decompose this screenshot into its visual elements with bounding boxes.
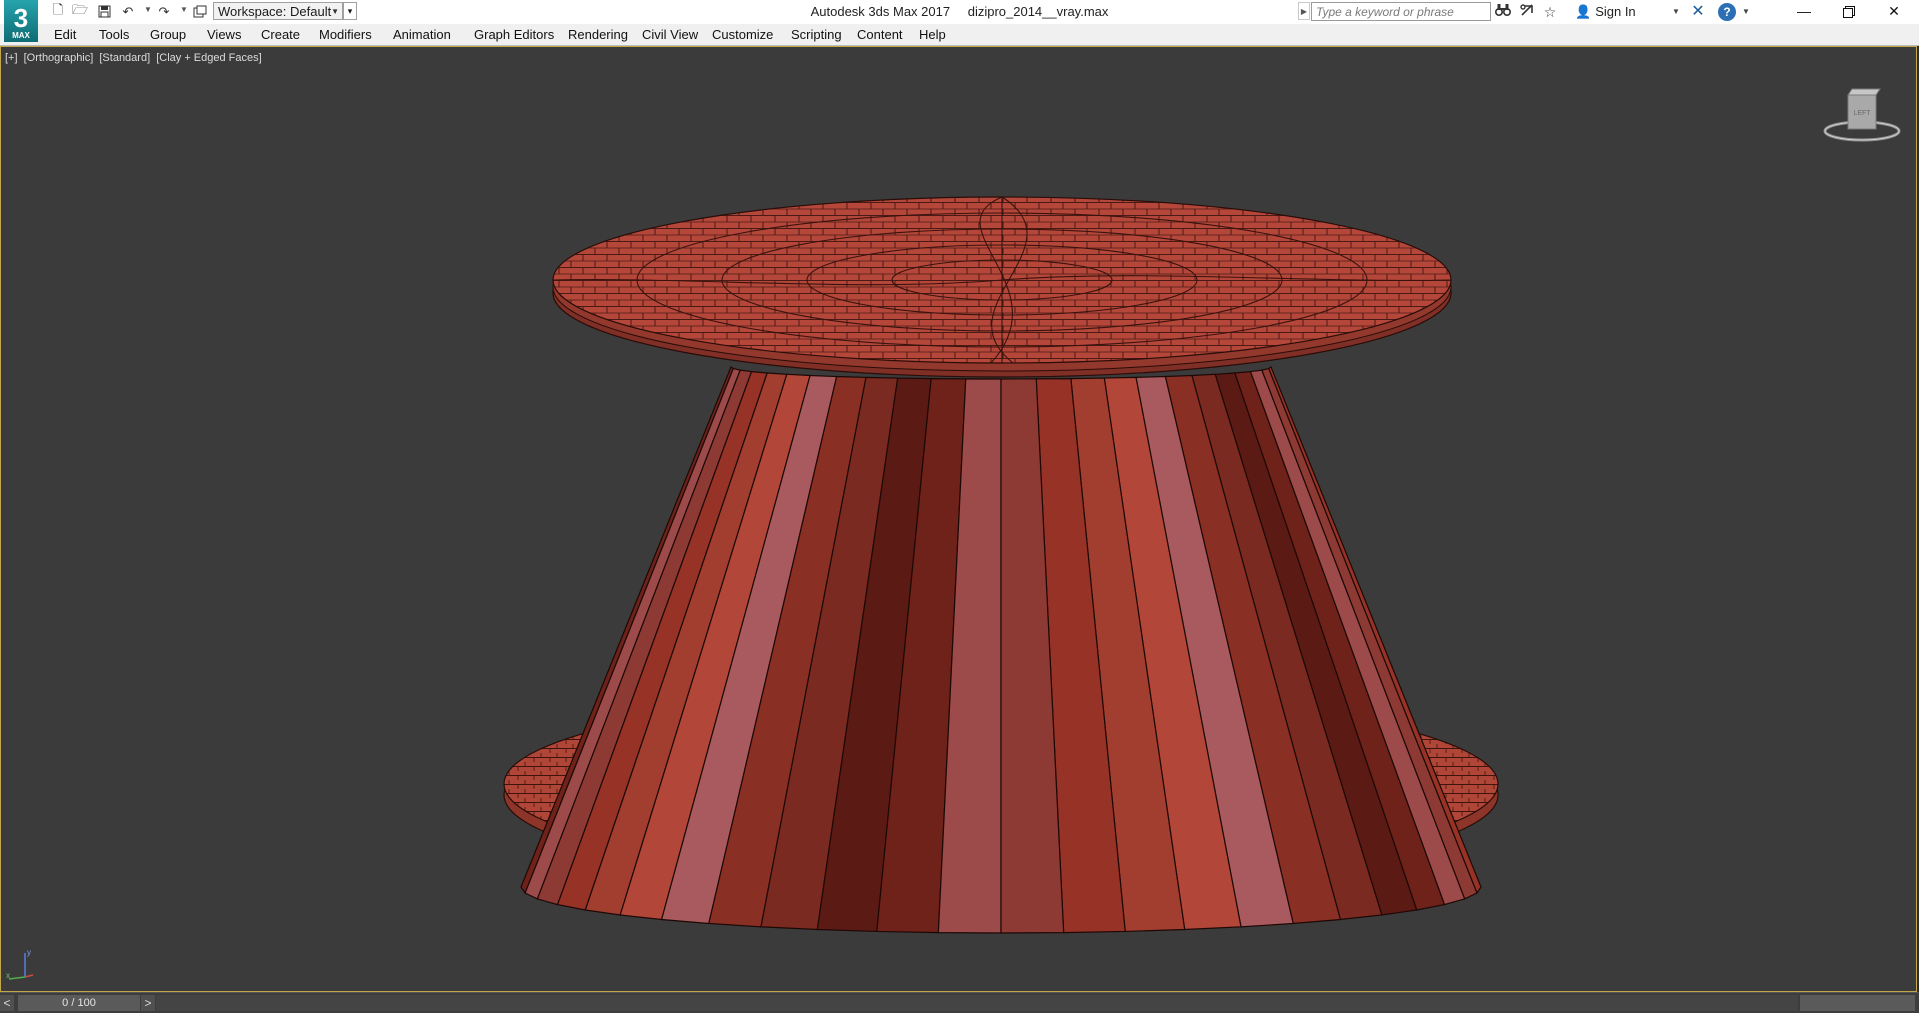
- perspective-viewport[interactable]: [+] [Orthographic] [Standard] [Clay + Ed…: [0, 46, 1917, 992]
- menu-bar: Edit Tools Group Views Create Modifiers …: [0, 24, 1919, 46]
- menu-civil-view[interactable]: Civil View: [642, 24, 698, 45]
- new-file-icon[interactable]: 🗋: [48, 2, 68, 20]
- menu-create[interactable]: Create: [261, 24, 300, 45]
- time-slider-next-button[interactable]: >: [141, 995, 155, 1011]
- undo-dropdown-icon[interactable]: ▼: [144, 5, 152, 14]
- app-logo-button[interactable]: 3 MAX: [4, 0, 38, 42]
- menu-customize[interactable]: Customize: [712, 24, 773, 45]
- axis-x-label: x: [6, 971, 10, 980]
- app-title: Autodesk 3ds Max 2017: [810, 4, 951, 19]
- app-logo-text: 3: [13, 3, 29, 33]
- time-slider-prev-button[interactable]: <: [0, 995, 14, 1011]
- axis-tripod-icon: y x: [6, 948, 34, 980]
- viewcube-icon[interactable]: LEFT: [1822, 85, 1902, 145]
- viewport-point-of-view[interactable]: [Orthographic]: [24, 52, 94, 64]
- close-icon[interactable]: ✕: [1871, 0, 1917, 24]
- table-staves[interactable]: [520, 366, 1482, 934]
- undo-icon[interactable]: ↶: [118, 3, 138, 20]
- menu-help[interactable]: Help: [919, 24, 946, 45]
- open-file-icon[interactable]: 🗁: [70, 2, 90, 20]
- viewport-label[interactable]: [+] [Orthographic] [Standard] [Clay + Ed…: [5, 52, 265, 64]
- sign-in-dropdown-icon[interactable]: ▼: [1672, 7, 1680, 16]
- menu-animation[interactable]: Animation: [393, 24, 451, 45]
- project-folder-icon[interactable]: [190, 3, 210, 20]
- restore-icon[interactable]: [1826, 0, 1872, 24]
- viewport-menu-plus[interactable]: [+]: [5, 52, 18, 64]
- viewport-shading-mode[interactable]: [Clay + Edged Faces]: [156, 52, 261, 64]
- menu-rendering[interactable]: Rendering: [568, 24, 628, 45]
- menu-tools[interactable]: Tools: [99, 24, 129, 45]
- help-dropdown-icon[interactable]: ▼: [1742, 7, 1750, 16]
- viewcube-face-label: LEFT: [1853, 110, 1871, 117]
- minimize-icon[interactable]: —: [1781, 0, 1827, 24]
- search-input[interactable]: [1311, 2, 1491, 21]
- chevron-down-icon: ▼: [331, 7, 339, 16]
- save-file-icon[interactable]: [94, 3, 114, 20]
- menu-scripting[interactable]: Scripting: [791, 24, 842, 45]
- time-slider-track[interactable]: [156, 995, 1798, 1011]
- favorites-star-icon[interactable]: ☆: [1540, 3, 1560, 21]
- time-slider-end-panel: [1800, 995, 1915, 1011]
- redo-dropdown-icon[interactable]: ▼: [180, 5, 188, 14]
- sign-in-button[interactable]: 👤 Sign In: [1575, 2, 1636, 22]
- menu-modifiers[interactable]: Modifiers: [319, 24, 372, 45]
- file-name: dizipro_2014__vray.max: [967, 4, 1109, 19]
- app-logo-sub: MAX: [12, 31, 30, 40]
- table-top[interactable]: [552, 196, 1452, 378]
- autodesk-exchange-icon[interactable]: ✕: [1687, 3, 1709, 21]
- time-slider-bar: < 0 / 100 >: [0, 992, 1919, 1013]
- viewport-shading-standard[interactable]: [Standard]: [99, 52, 150, 64]
- communication-center-icon[interactable]: [1517, 3, 1537, 21]
- help-icon[interactable]: ?: [1718, 3, 1736, 21]
- user-icon: 👤: [1575, 4, 1592, 19]
- scene-canvas[interactable]: [1, 47, 1917, 992]
- menu-content[interactable]: Content: [857, 24, 903, 45]
- axis-y-label: y: [27, 948, 31, 957]
- workspace-label: Workspace: Default: [218, 4, 332, 19]
- search-expand-icon[interactable]: ▶: [1298, 2, 1310, 20]
- menu-views[interactable]: Views: [207, 24, 241, 45]
- menu-edit[interactable]: Edit: [54, 24, 76, 45]
- sign-in-label: Sign In: [1595, 4, 1636, 19]
- workspace-options-button[interactable]: ▾: [343, 2, 357, 20]
- redo-icon[interactable]: ↷: [154, 3, 174, 20]
- binoculars-search-icon[interactable]: [1493, 3, 1513, 21]
- menu-group[interactable]: Group: [150, 24, 186, 45]
- menu-graph-editors[interactable]: Graph Editors: [474, 24, 554, 45]
- title-bar: 3 MAX 🗋 🗁 ↶ ▼ ↷ ▼ Workspace: Default ▼ ▾…: [0, 0, 1919, 42]
- time-slider-thumb[interactable]: 0 / 100: [18, 995, 140, 1011]
- workspace-dropdown[interactable]: Workspace: Default ▼: [213, 2, 343, 20]
